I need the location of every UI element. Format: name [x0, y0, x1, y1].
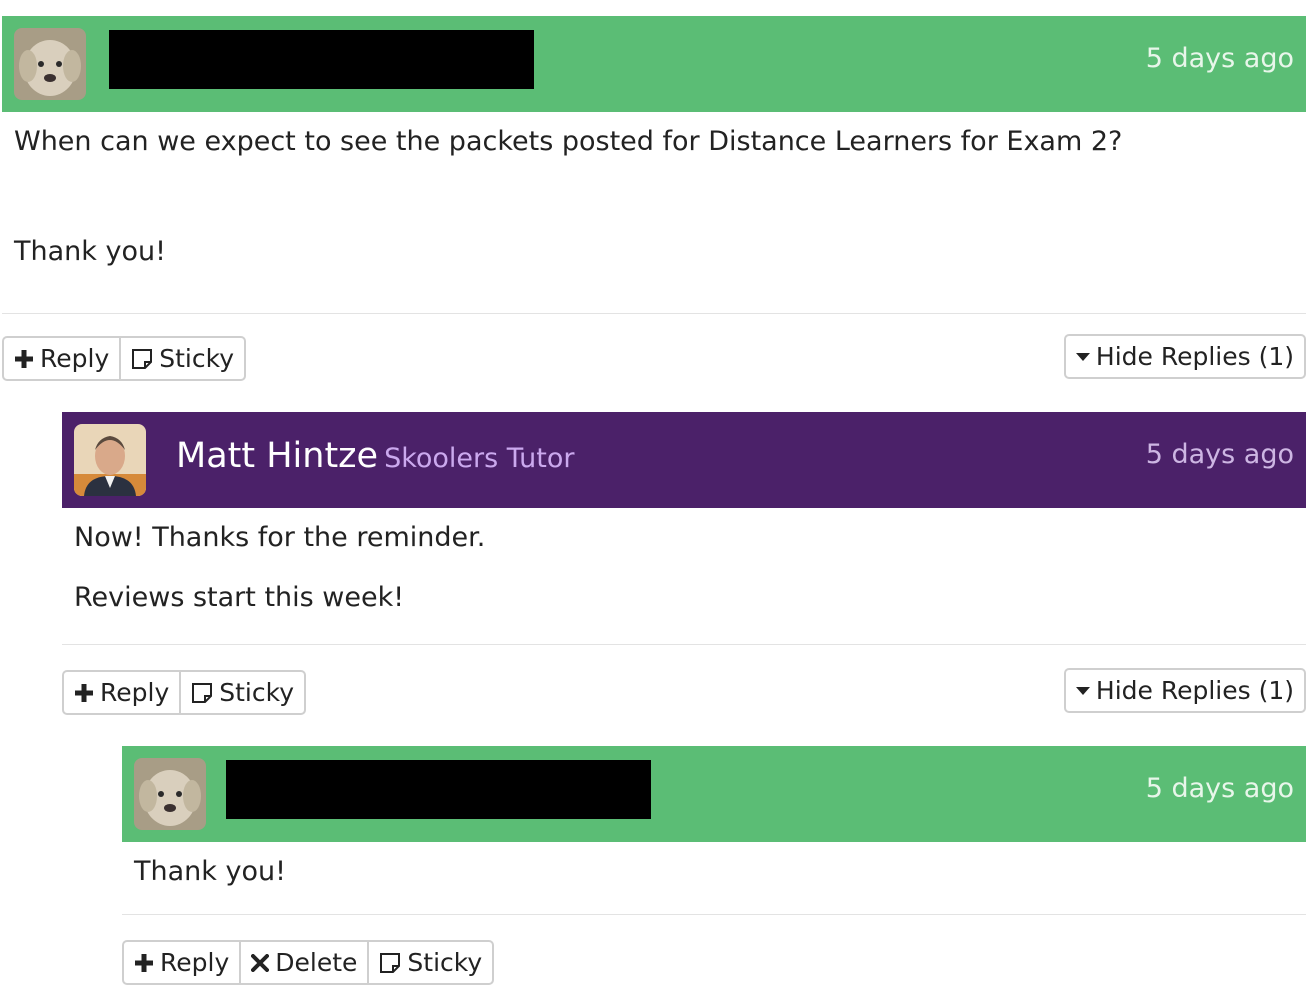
post-2: Matt Hintze Skoolers Tutor 5 days ago Now…	[62, 412, 1306, 645]
plus-icon	[14, 349, 34, 369]
author-name[interactable]: Matt Hintze	[176, 436, 378, 476]
redacted-name	[109, 30, 534, 89]
avatar	[134, 758, 206, 830]
post-text: Reviews start this week!	[74, 582, 405, 613]
hide-replies-button[interactable]: Hide Replies (1)	[1063, 334, 1306, 379]
sticky-note-icon	[379, 952, 401, 974]
reply-label: Reply	[160, 948, 230, 977]
post-2-actions: Reply Sticky	[62, 670, 306, 715]
reply-button[interactable]: Reply	[64, 672, 182, 713]
sticky-button[interactable]: Sticky	[121, 338, 244, 379]
post-text: When can we expect to see the packets po…	[14, 126, 1123, 157]
post-text: Now! Thanks for the reminder.	[74, 522, 486, 553]
delete-label: Delete	[275, 948, 358, 977]
author-line: Matt Hintze Skoolers Tutor	[176, 436, 575, 476]
avatar	[74, 424, 146, 496]
post-time: 5 days ago	[1145, 439, 1294, 470]
caret-down-icon	[1075, 686, 1090, 695]
post-header: 5 days ago	[2, 16, 1306, 112]
sticky-button[interactable]: Sticky	[369, 942, 492, 983]
post-body: Now! Thanks for the reminder. Reviews st…	[62, 508, 1306, 644]
hide-replies-label: Hide Replies (1)	[1095, 676, 1294, 705]
post-text: Thank you!	[14, 236, 166, 267]
sticky-button[interactable]: Sticky	[181, 672, 304, 713]
avatar	[14, 28, 86, 100]
reply-button[interactable]: Reply	[4, 338, 122, 379]
divider	[122, 914, 1306, 915]
sticky-label: Sticky	[407, 948, 483, 977]
sticky-note-icon	[131, 348, 153, 370]
post-body: When can we expect to see the packets po…	[2, 112, 1306, 313]
post-time: 5 days ago	[1145, 43, 1294, 74]
sticky-note-icon	[191, 682, 213, 704]
plus-icon	[74, 683, 94, 703]
sticky-label: Sticky	[219, 678, 294, 707]
hide-replies-button[interactable]: Hide Replies (1)	[1063, 668, 1306, 713]
post-3-actions: Reply Delete Sticky	[122, 940, 495, 985]
post-body: Thank you!	[122, 842, 1306, 914]
post-header: Matt Hintze Skoolers Tutor 5 days ago	[62, 412, 1306, 508]
reply-button[interactable]: Reply	[124, 942, 242, 983]
post-3: 5 days ago Thank you!	[122, 746, 1306, 915]
post-1: 5 days ago When can we expect to see the…	[2, 16, 1306, 314]
caret-down-icon	[1075, 352, 1090, 361]
divider	[62, 644, 1306, 645]
plus-icon	[134, 953, 154, 973]
reply-label: Reply	[100, 678, 170, 707]
post-1-actions: Reply Sticky	[2, 336, 246, 381]
post-text: Thank you!	[134, 856, 286, 887]
delete-button[interactable]: Delete	[241, 942, 370, 983]
author-role: Skoolers Tutor	[384, 443, 575, 474]
post-header: 5 days ago	[122, 746, 1306, 842]
close-icon	[251, 953, 270, 972]
reply-label: Reply	[40, 344, 110, 373]
sticky-label: Sticky	[159, 344, 234, 373]
hide-replies-label: Hide Replies (1)	[1095, 342, 1294, 371]
divider	[2, 313, 1306, 314]
post-time: 5 days ago	[1145, 773, 1294, 804]
redacted-name	[226, 760, 651, 819]
